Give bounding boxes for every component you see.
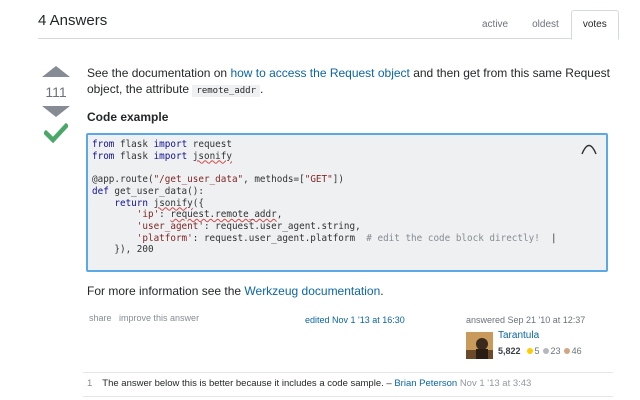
more-info-suffix: . bbox=[380, 284, 384, 298]
intro-text-1: See the documentation on bbox=[87, 66, 231, 80]
code-line: 'user_agent': request.user_agent.string, bbox=[136, 220, 361, 232]
reputation-score: 5,822 bbox=[498, 346, 521, 356]
comment-text: The answer below this is better because … bbox=[102, 378, 395, 389]
tab-votes[interactable]: votes bbox=[570, 10, 619, 40]
intro-text-3: . bbox=[260, 82, 264, 96]
code-line: from flask import request bbox=[92, 139, 232, 150]
inline-code-remote-addr: remote_addr bbox=[192, 85, 261, 97]
silver-badge-icon bbox=[542, 348, 549, 354]
bronze-badge-count: 46 bbox=[571, 346, 582, 356]
answers-count-title: 4 Answers bbox=[38, 12, 108, 29]
comment-date[interactable]: Nov 1 '13 at 3:43 bbox=[460, 378, 532, 389]
code-line: 'ip': request.remote_addr, bbox=[136, 209, 283, 221]
gold-badge-icon bbox=[526, 348, 533, 354]
user-stats: 5,822 5 23 46 bbox=[498, 346, 582, 356]
code-line: from flask import jsonify bbox=[92, 150, 232, 162]
tab-oldest[interactable]: oldest bbox=[520, 10, 571, 39]
comment-divider-top bbox=[83, 372, 613, 373]
more-info-prefix: For more information see the bbox=[87, 284, 245, 298]
vote-column: 111 bbox=[40, 66, 72, 148]
accepted-check-icon bbox=[42, 122, 72, 148]
improve-answer-link[interactable]: improve this answer bbox=[119, 313, 199, 323]
werkzeug-docs-link[interactable]: Werkzeug documentation bbox=[244, 284, 380, 298]
answer-intro: See the documentation on how to access t… bbox=[87, 65, 617, 99]
downvote-arrow-icon[interactable] bbox=[42, 106, 70, 117]
post-menu: share improve this answer bbox=[89, 313, 204, 323]
answer-body: See the documentation on how to access t… bbox=[87, 65, 617, 99]
code-line: return jsonify({ bbox=[114, 197, 204, 209]
comment: 1 The answer below this is better because… bbox=[87, 378, 531, 389]
more-info-text: For more information see the Werkzeug do… bbox=[87, 284, 384, 298]
silver-badge-count: 23 bbox=[550, 346, 561, 356]
comment-score: 1 bbox=[87, 378, 93, 389]
gold-badge-count: 5 bbox=[534, 346, 540, 356]
share-link[interactable]: share bbox=[89, 313, 112, 323]
upvote-arrow-icon[interactable] bbox=[42, 66, 70, 77]
code-line: @app.route("/get_user_data", methods=["G… bbox=[92, 174, 344, 186]
request-object-link[interactable]: how to access the Request object bbox=[230, 66, 409, 80]
comment-user-link[interactable]: Brian Peterson bbox=[394, 378, 457, 389]
tab-active[interactable]: active bbox=[470, 10, 520, 39]
edited-timestamp-link[interactable]: edited Nov 1 '13 at 16:30 bbox=[305, 315, 405, 325]
user-name-link[interactable]: Tarantula bbox=[498, 330, 539, 341]
code-line: 'platform': request.user_agent.platform … bbox=[136, 232, 557, 244]
code-block[interactable]: from flask import request from flask impo… bbox=[86, 133, 608, 272]
collapse-caret-icon[interactable] bbox=[580, 141, 598, 159]
bronze-badge-icon bbox=[563, 348, 570, 354]
code-line: }), 200 bbox=[92, 244, 154, 256]
header-divider bbox=[38, 38, 618, 39]
code-example-heading: Code example bbox=[87, 110, 169, 124]
comment-divider-bottom bbox=[83, 396, 613, 397]
answered-timestamp: answered Sep 21 '10 at 12:37 bbox=[466, 315, 586, 325]
sort-tabs: active oldest votes bbox=[470, 10, 619, 40]
vote-count: 111 bbox=[45, 84, 67, 100]
code-line: def get_user_data(): bbox=[92, 185, 204, 197]
avatar[interactable] bbox=[466, 332, 493, 359]
